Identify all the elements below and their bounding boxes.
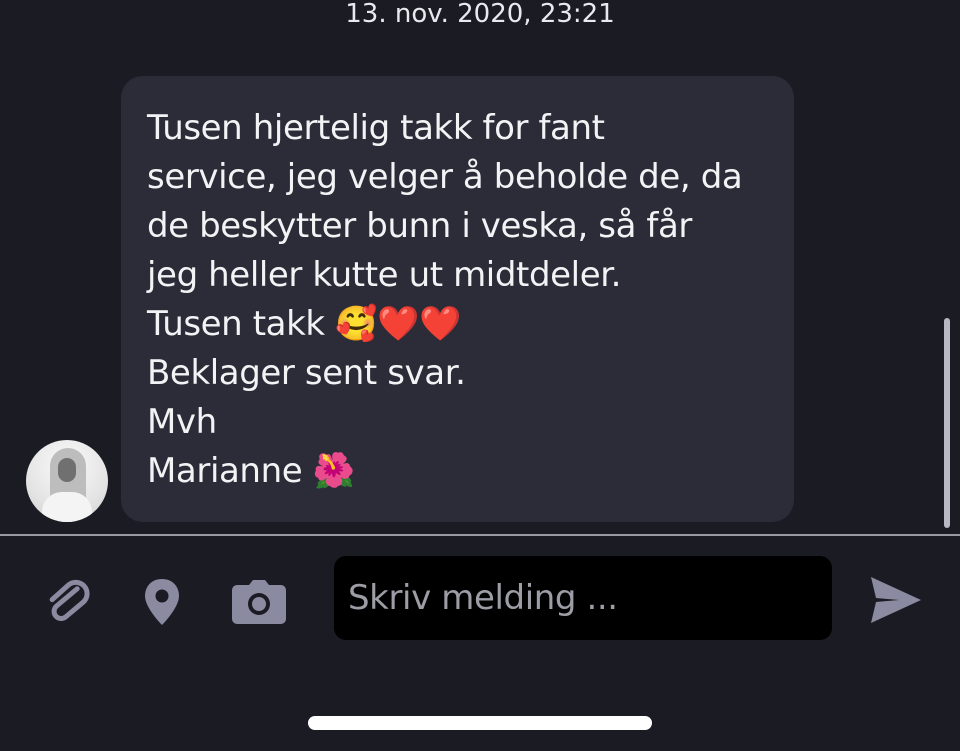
- chat-screen: 13. nov. 2020, 23:21 Tusen hjertelig tak…: [0, 0, 960, 751]
- incoming-message-row: Tusen hjertelig takk for fant service, j…: [0, 76, 940, 534]
- message-line: Tusen hjertelig takk for fant: [147, 108, 605, 148]
- message-line: Tusen takk 🥰❤️❤️: [147, 304, 461, 344]
- avatar-body: [42, 492, 92, 522]
- camera-icon: [232, 580, 286, 624]
- message-input[interactable]: [346, 577, 832, 619]
- message-line: de beskytter bunn i veska, så får: [147, 206, 693, 246]
- send-button[interactable]: [866, 572, 926, 628]
- camera-button[interactable]: [229, 574, 289, 630]
- message-line: jeg heller kutte ut midtdeler.: [147, 255, 622, 295]
- message-line: Mvh: [147, 402, 217, 442]
- attach-button[interactable]: [38, 574, 98, 630]
- message-input-box[interactable]: [334, 556, 832, 640]
- scrollbar-thumb[interactable]: [944, 318, 950, 528]
- send-icon: [871, 577, 921, 623]
- location-button[interactable]: [132, 574, 192, 630]
- avatar-face: [58, 458, 76, 482]
- paperclip-icon: [49, 579, 90, 621]
- message-line: Marianne 🌺: [147, 451, 355, 491]
- message-bubble[interactable]: Tusen hjertelig takk for fant service, j…: [121, 76, 794, 522]
- location-pin-icon: [145, 579, 179, 625]
- home-indicator[interactable]: [308, 716, 652, 730]
- message-line: Beklager sent svar.: [147, 353, 466, 393]
- avatar[interactable]: [26, 440, 108, 522]
- message-timestamp: 13. nov. 2020, 23:21: [345, 0, 615, 29]
- message-line: service, jeg velger å beholde de, da: [147, 157, 743, 197]
